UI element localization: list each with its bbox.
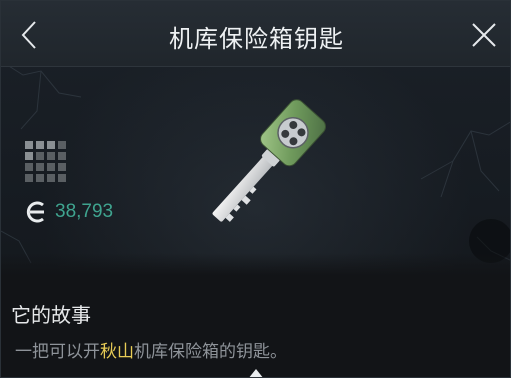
story-title: 它的故事 [11, 303, 91, 327]
rarity-cell [47, 174, 55, 182]
rarity-cell [58, 163, 66, 171]
story-text: 一把可以开秋山机库保险箱的钥匙。 [15, 337, 287, 362]
rarity-cell [47, 141, 55, 149]
page-title: 机库保险箱钥匙 [169, 25, 344, 53]
rarity-grid [25, 141, 66, 182]
rarity-cell [25, 163, 33, 171]
currency-icon [26, 201, 44, 223]
rarity-cell [25, 141, 33, 149]
rarity-cell [47, 163, 55, 171]
rarity-cell [36, 141, 44, 149]
rarity-cell [36, 174, 44, 182]
rarity-cell [25, 152, 33, 160]
rarity-cell [36, 152, 44, 160]
rarity-cell [36, 163, 44, 171]
close-icon [472, 23, 496, 47]
item-detail-panel: 机库保险箱钥匙 38,793 它的故事 一把可以开秋山机库保险箱的钥匙。 [0, 0, 511, 378]
story-text-before: 一把可以开 [15, 342, 100, 362]
rarity-cell [58, 141, 66, 149]
rarity-cell [25, 174, 33, 182]
scroll-up-caret[interactable] [248, 369, 264, 377]
value-row: 38,793 [23, 201, 113, 223]
rarity-cell [58, 152, 66, 160]
safe-key-icon [212, 99, 326, 222]
close-button[interactable] [466, 17, 502, 53]
story-text-highlight: 秋山 [100, 342, 134, 362]
story-text-after: 机库保险箱的钥匙。 [134, 342, 287, 362]
header-bar: 机库保险箱钥匙 [1, 1, 510, 67]
item-value: 38,793 [55, 201, 114, 222]
rarity-cell [47, 152, 55, 160]
rarity-cell [58, 174, 66, 182]
